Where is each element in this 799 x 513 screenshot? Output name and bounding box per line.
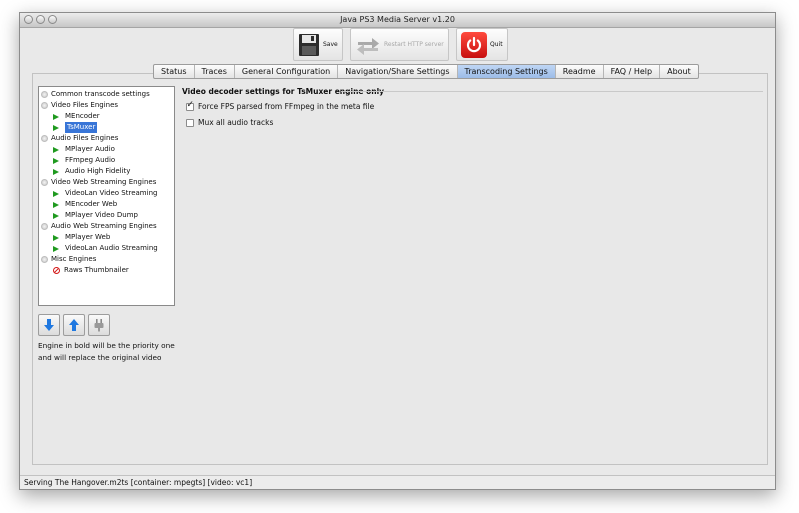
tree-item-label: MEncoder Web <box>65 200 118 208</box>
floppy-disk-icon <box>298 33 320 57</box>
force-fps-option[interactable]: Force FPS parsed from FFmpeg in the meta… <box>186 100 375 111</box>
content-panel: Common transcode settings Video Files Eng… <box>32 73 768 465</box>
save-label: Save <box>323 41 338 48</box>
toggle-engine-button[interactable] <box>88 314 110 336</box>
tree-item-label: MPlayer Audio <box>65 145 115 153</box>
tree-engine-item[interactable]: Raws Thumbnailer <box>39 265 174 276</box>
restart-http-server-button[interactable]: Restart HTTP server <box>350 28 449 61</box>
disabled-icon <box>53 267 60 274</box>
bullet-icon <box>41 256 48 263</box>
window-title: Java PS3 Media Server v1.20 <box>340 15 455 24</box>
hint-line-1: Engine in bold will be the priority one <box>38 341 175 350</box>
mux-audio-label: Mux all audio tracks <box>198 118 274 127</box>
hint-line-2: and will replace the original video <box>38 353 162 362</box>
force-fps-label: Force FPS parsed from FFmpeg in the meta… <box>198 102 375 111</box>
tree-item-label: VideoLan Video Streaming <box>65 189 158 197</box>
tree-engine-item[interactable]: MPlayer Web <box>39 232 174 243</box>
play-icon <box>53 146 59 153</box>
priority-hint: Engine in bold will be the priority one … <box>38 340 188 364</box>
play-icon <box>53 190 59 197</box>
restart-arrows-icon <box>355 34 381 56</box>
tree-engine-item[interactable]: VideoLan Video Streaming <box>39 188 174 199</box>
tab-faq-help[interactable]: FAQ / Help <box>604 65 661 78</box>
plug-icon <box>94 319 104 332</box>
tree-item-label: Audio Web Streaming Engines <box>51 222 157 230</box>
play-icon <box>53 234 59 241</box>
status-bar: Serving The Hangover.m2ts [container: mp… <box>20 475 775 489</box>
engine-tree[interactable]: Common transcode settings Video Files Eng… <box>38 86 175 306</box>
tree-engine-item[interactable]: MPlayer Audio <box>39 144 174 155</box>
tree-engine-item[interactable]: MEncoder Web <box>39 199 174 210</box>
restart-label: Restart HTTP server <box>384 41 444 48</box>
title-bar: Java PS3 Media Server v1.20 <box>20 13 775 28</box>
arrow-down-icon <box>44 319 54 331</box>
bullet-icon <box>41 91 48 98</box>
tree-item-label: FFmpeg Audio <box>65 156 116 164</box>
play-icon <box>53 245 59 252</box>
tree-category[interactable]: Audio Files Engines <box>39 133 174 144</box>
tab-about[interactable]: About <box>660 65 698 78</box>
engine-order-buttons <box>38 314 110 336</box>
quit-button[interactable]: Quit <box>456 28 508 61</box>
tree-category[interactable]: Misc Engines <box>39 254 174 265</box>
move-down-button[interactable] <box>38 314 60 336</box>
bullet-icon <box>41 135 48 142</box>
tree-item-label: Audio High Fidelity <box>65 167 131 175</box>
force-fps-checkbox[interactable] <box>186 100 194 111</box>
tree-item-label: VideoLan Audio Streaming <box>65 244 158 252</box>
tree-item-label: Raws Thumbnailer <box>64 266 129 274</box>
mux-audio-option[interactable]: Mux all audio tracks <box>186 118 273 127</box>
play-icon <box>53 201 59 208</box>
tab-readme[interactable]: Readme <box>556 65 604 78</box>
tree-item-label: TsMuxer <box>65 122 98 133</box>
tab-transcoding-settings[interactable]: Transcoding Settings <box>457 65 556 78</box>
tree-item-label: MPlayer Video Dump <box>65 211 138 219</box>
tree-category[interactable]: Audio Web Streaming Engines <box>39 221 174 232</box>
tree-item-label: Common transcode settings <box>51 90 150 98</box>
play-icon <box>53 113 59 120</box>
tree-engine-item[interactable]: FFmpeg Audio <box>39 155 174 166</box>
quit-label: Quit <box>490 41 503 48</box>
tab-traces[interactable]: Traces <box>195 65 235 78</box>
tree-item-label: Audio Files Engines <box>51 134 119 142</box>
bullet-icon <box>41 179 48 186</box>
toolbar: Save Restart HTTP server Quit <box>20 27 775 63</box>
tree-item-label: Video Files Engines <box>51 101 119 109</box>
tree-item-label: Video Web Streaming Engines <box>51 178 157 186</box>
mux-audio-checkbox[interactable] <box>186 118 194 127</box>
play-icon <box>53 157 59 164</box>
tree-engine-item[interactable]: TsMuxer <box>39 122 174 133</box>
bullet-icon <box>41 102 48 109</box>
tree-category[interactable]: Common transcode settings <box>39 89 174 100</box>
tab-status[interactable]: Status <box>154 65 195 78</box>
save-button[interactable]: Save <box>293 28 343 61</box>
arrow-up-icon <box>69 319 79 331</box>
tree-item-label: MPlayer Web <box>65 233 111 241</box>
play-icon <box>53 168 59 175</box>
move-up-button[interactable] <box>63 314 85 336</box>
tab-navigation-share-settings[interactable]: Navigation/Share Settings <box>338 65 458 78</box>
tree-item-label: MEncoder <box>65 112 100 120</box>
tree-engine-item[interactable]: MPlayer Video Dump <box>39 210 174 221</box>
bullet-icon <box>41 223 48 230</box>
app-window: Java PS3 Media Server v1.20 Save Restart… <box>19 12 776 490</box>
play-icon <box>53 212 59 219</box>
tree-engine-item[interactable]: MEncoder <box>39 111 174 122</box>
tree-engine-item[interactable]: VideoLan Audio Streaming <box>39 243 174 254</box>
tree-category[interactable]: Video Files Engines <box>39 100 174 111</box>
tree-item-label: Misc Engines <box>51 255 97 263</box>
section-divider <box>341 91 763 92</box>
tab-general-configuration[interactable]: General Configuration <box>235 65 339 78</box>
tree-category[interactable]: Video Web Streaming Engines <box>39 177 174 188</box>
main-tabs: Status Traces General Configuration Navigat… <box>153 64 699 79</box>
play-icon <box>53 124 59 131</box>
power-icon <box>461 31 487 58</box>
tree-engine-item[interactable]: Audio High Fidelity <box>39 166 174 177</box>
